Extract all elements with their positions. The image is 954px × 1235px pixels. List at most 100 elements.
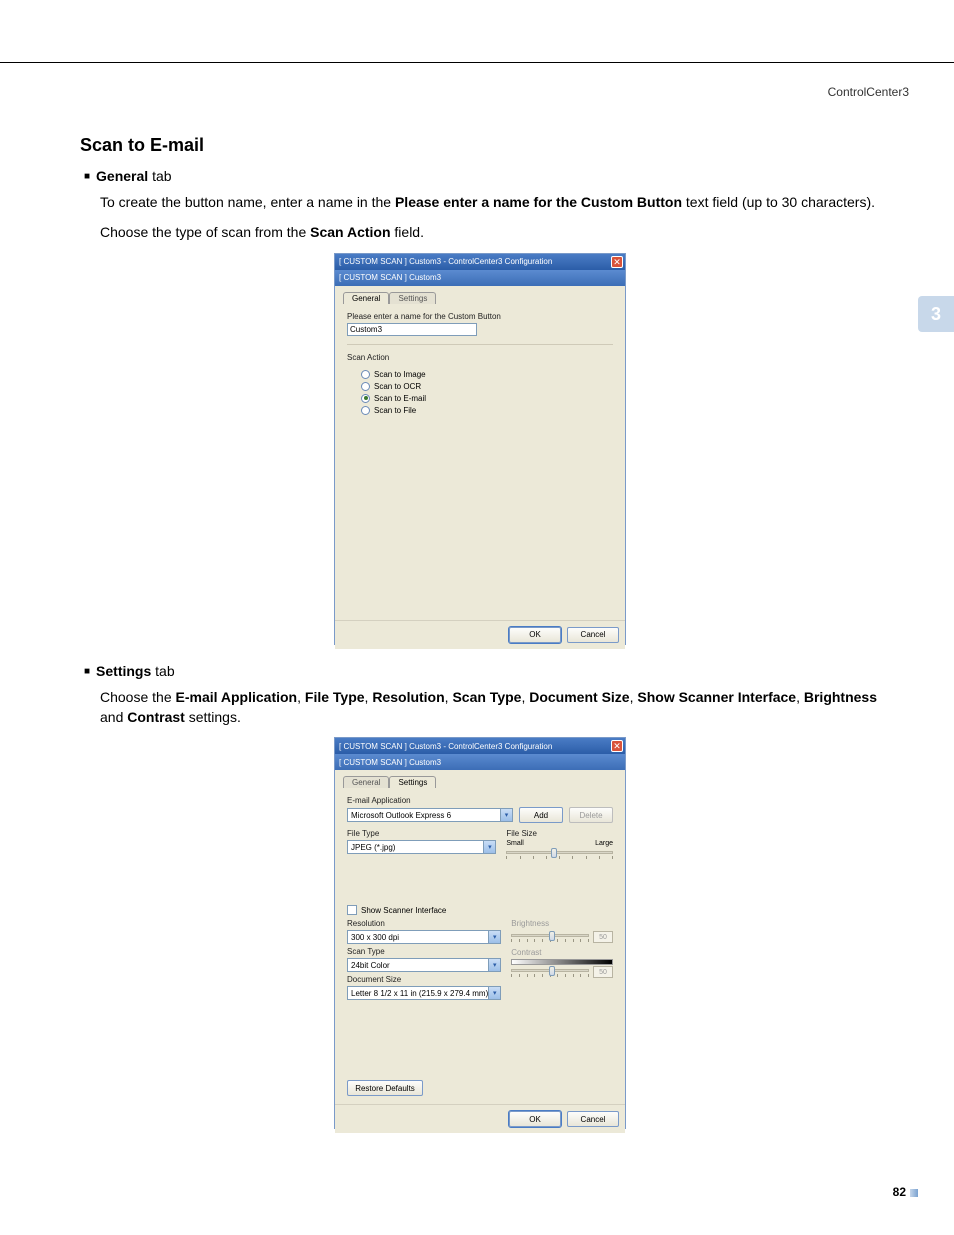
header-app-name: ControlCenter3 [828, 85, 909, 99]
tab-settings[interactable]: Settings [389, 776, 436, 788]
settings-panel: E-mail Application Microsoft Outlook Exp… [343, 790, 617, 1006]
show-scanner-row[interactable]: Show Scanner Interface [347, 905, 613, 915]
slider-thumb-icon [551, 848, 557, 858]
filesize-label: File Size [506, 829, 613, 838]
filetype-label: File Type [347, 829, 496, 838]
scantype-label: Scan Type [347, 947, 501, 956]
custom-name-label: Please enter a name for the Custom Butto… [347, 312, 613, 321]
delete-button[interactable]: Delete [569, 807, 613, 823]
add-button[interactable]: Add [519, 807, 563, 823]
dialog-settings-body: General Settings E-mail Application Micr… [335, 770, 625, 1104]
bullet-general: ■ General tab [84, 168, 880, 186]
show-scanner-label: Show Scanner Interface [361, 906, 446, 915]
divider [347, 344, 613, 345]
page-marker-icon [910, 1189, 918, 1197]
radio-scan-to-email[interactable]: Scan to E-mail [361, 394, 613, 403]
dialog-general-subtitle: [ CUSTOM SCAN ] Custom3 [339, 273, 441, 282]
docsize-dropdown[interactable]: Letter 8 1/2 x 11 in (215.9 x 279.4 mm) … [347, 986, 501, 1000]
slider-thumb-icon [549, 931, 555, 941]
bullet-square-icon: ■ [84, 168, 90, 186]
dropdown-value: 24bit Color [351, 961, 390, 970]
scan-action-label: Scan Action [347, 353, 613, 362]
dialog-general: [ CUSTOM SCAN ] Custom3 - ControlCenter3… [334, 253, 626, 645]
bullet-settings-text: Settings tab [96, 663, 175, 681]
tab-strip: General Settings [343, 292, 617, 304]
contrast-slider[interactable] [511, 969, 589, 972]
restore-defaults-button[interactable]: Restore Defaults [347, 1080, 423, 1096]
dialog-settings-subtitle-bar: [ CUSTOM SCAN ] Custom3 [335, 754, 625, 770]
slider-thumb-icon [549, 966, 555, 976]
chevron-down-icon: ▾ [483, 841, 495, 853]
filesize-large: Large [595, 840, 613, 847]
close-icon[interactable]: ✕ [611, 256, 623, 268]
dialog-settings: [ CUSTOM SCAN ] Custom3 - ControlCenter3… [334, 737, 626, 1129]
dialog-settings-button-bar: OK Cancel [335, 1104, 625, 1133]
dropdown-value: Microsoft Outlook Express 6 [351, 811, 451, 820]
custom-name-input[interactable]: Custom3 [347, 323, 477, 336]
tab-general[interactable]: General [343, 292, 389, 304]
dialog-general-title: [ CUSTOM SCAN ] Custom3 - ControlCenter3… [339, 257, 552, 266]
chevron-down-icon: ▾ [488, 931, 500, 943]
chevron-down-icon: ▾ [488, 959, 500, 971]
tab-settings[interactable]: Settings [389, 292, 436, 304]
resolution-dropdown[interactable]: 300 x 300 dpi ▾ [347, 930, 501, 944]
dialog-settings-titlebar: [ CUSTOM SCAN ] Custom3 - ControlCenter3… [335, 738, 625, 754]
radio-label: Scan to OCR [374, 382, 421, 391]
general-panel: Please enter a name for the Custom Butto… [343, 306, 617, 424]
docsize-label: Document Size [347, 975, 501, 984]
tab-strip: General Settings [343, 776, 617, 788]
para-settings-desc: Choose the E-mail Application, File Type… [100, 687, 880, 728]
bullet-square-icon: ■ [84, 663, 90, 681]
radio-label: Scan to File [374, 406, 416, 415]
para-scan-action: Choose the type of scan from the Scan Ac… [100, 222, 880, 242]
chevron-down-icon: ▾ [488, 987, 500, 999]
radio-scan-to-image[interactable]: Scan to Image [361, 370, 613, 379]
dialog-settings-subtitle: [ CUSTOM SCAN ] Custom3 [339, 758, 441, 767]
page-number: 82 [893, 1185, 906, 1199]
dropdown-value: JPEG (*.jpg) [351, 843, 395, 852]
contrast-label: Contrast [511, 948, 613, 957]
dropdown-value: Letter 8 1/2 x 11 in (215.9 x 279.4 mm) [351, 989, 488, 998]
brightness-slider[interactable] [511, 934, 589, 937]
email-app-label: E-mail Application [347, 796, 613, 805]
email-app-dropdown[interactable]: Microsoft Outlook Express 6 ▾ [347, 808, 513, 822]
radio-icon [361, 370, 370, 379]
ok-button[interactable]: OK [509, 1111, 561, 1127]
scan-action-radios: Scan to Image Scan to OCR Scan to E-mail… [361, 370, 613, 415]
top-rule [0, 62, 954, 63]
brightness-label: Brightness [511, 919, 613, 928]
radio-label: Scan to Image [374, 370, 426, 379]
dialog-settings-title: [ CUSTOM SCAN ] Custom3 - ControlCenter3… [339, 742, 552, 751]
filesize-slider[interactable] [506, 851, 613, 854]
ok-button[interactable]: OK [509, 627, 561, 643]
resolution-label: Resolution [347, 919, 501, 928]
dialog-general-titlebar: [ CUSTOM SCAN ] Custom3 - ControlCenter3… [335, 254, 625, 270]
radio-icon [361, 394, 370, 403]
tab-general[interactable]: General [343, 776, 389, 788]
cancel-button[interactable]: Cancel [567, 627, 619, 643]
radio-icon [361, 406, 370, 415]
ticks [506, 856, 613, 861]
dialog-general-body: General Settings Please enter a name for… [335, 286, 625, 620]
filetype-dropdown[interactable]: JPEG (*.jpg) ▾ [347, 840, 496, 854]
content-area: Scan to E-mail ■ General tab To create t… [80, 135, 880, 1147]
radio-label: Scan to E-mail [374, 394, 426, 403]
checkbox-icon [347, 905, 357, 915]
brightness-value: 50 [593, 931, 613, 943]
bullet-general-text: General tab [96, 168, 172, 186]
dropdown-value: 300 x 300 dpi [351, 933, 399, 942]
cancel-button[interactable]: Cancel [567, 1111, 619, 1127]
radio-scan-to-file[interactable]: Scan to File [361, 406, 613, 415]
close-icon[interactable]: ✕ [611, 740, 623, 752]
bullet-settings: ■ Settings tab [84, 663, 880, 681]
contrast-value: 50 [593, 966, 613, 978]
filesize-small: Small [506, 840, 524, 847]
scantype-dropdown[interactable]: 24bit Color ▾ [347, 958, 501, 972]
chevron-down-icon: ▾ [500, 809, 512, 821]
dialog-general-button-bar: OK Cancel [335, 620, 625, 649]
chapter-tab: 3 [918, 296, 954, 332]
dialog-general-subtitle-bar: [ CUSTOM SCAN ] Custom3 [335, 270, 625, 286]
para-button-name: To create the button name, enter a name … [100, 192, 880, 212]
radio-scan-to-ocr[interactable]: Scan to OCR [361, 382, 613, 391]
radio-icon [361, 382, 370, 391]
